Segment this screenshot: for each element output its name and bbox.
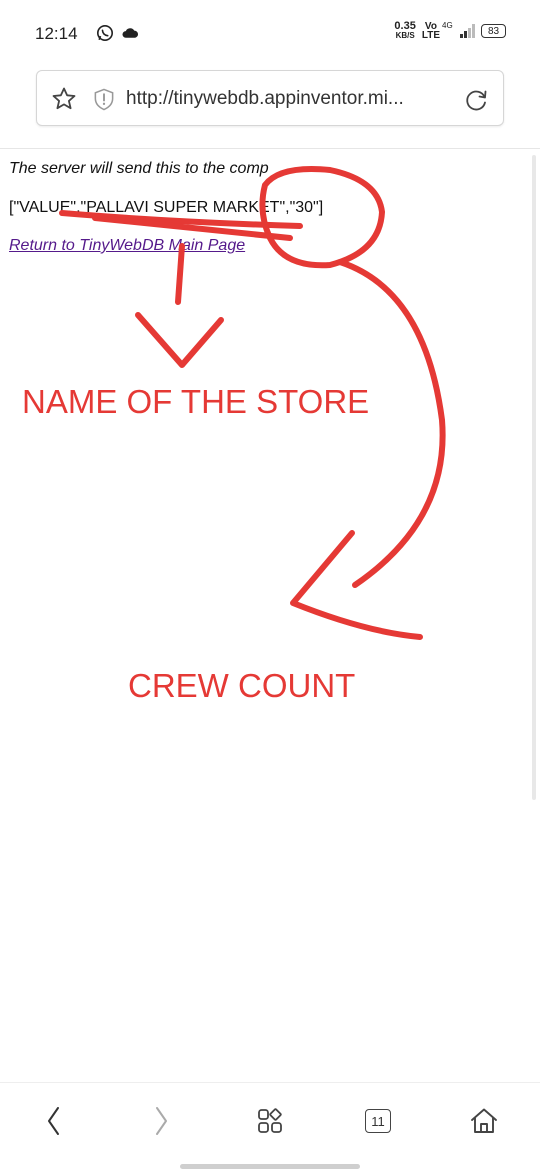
tab-count: 11 bbox=[371, 1113, 385, 1129]
scrollbar[interactable] bbox=[532, 155, 536, 800]
battery-level: 83 bbox=[487, 25, 500, 37]
back-button[interactable] bbox=[37, 1104, 71, 1138]
annotation-left-arrow bbox=[290, 530, 423, 640]
signal-icon: 4G bbox=[442, 21, 475, 38]
network-type: 4G bbox=[442, 21, 453, 30]
annotation-curve bbox=[337, 259, 446, 588]
forward-button[interactable] bbox=[144, 1104, 178, 1138]
forward-icon bbox=[156, 1107, 167, 1135]
bottom-divider bbox=[0, 1082, 540, 1083]
server-message: The server will send this to the comp bbox=[9, 160, 269, 177]
status-time: 12:14 bbox=[35, 24, 78, 43]
status-right: 0.35 KB/S Vo LTE 4G 83 bbox=[394, 20, 506, 41]
tabs-button[interactable]: 11 bbox=[361, 1104, 395, 1138]
menu-button[interactable] bbox=[253, 1104, 287, 1138]
net-speed-value: 0.35 bbox=[394, 20, 416, 32]
gesture-bar[interactable] bbox=[180, 1164, 360, 1169]
shield-icon[interactable] bbox=[93, 88, 115, 111]
status-bar: 12:14 0.35 KB/S Vo LTE 4G 83 bbox=[0, 0, 540, 64]
url-text[interactable]: http://tinywebdb.appinventor.mi... bbox=[126, 88, 404, 110]
server-value: ["VALUE","PALLAVI SUPER MARKET","30"] bbox=[9, 199, 324, 216]
back-icon bbox=[48, 1107, 59, 1135]
cloud-icon bbox=[122, 28, 139, 38]
url-bar[interactable]: http://tinywebdb.appinventor.mi... bbox=[36, 70, 504, 126]
annotation-t-bar bbox=[92, 215, 293, 241]
home-icon bbox=[471, 1108, 497, 1133]
annotation-crew-label: CREW COUNT bbox=[128, 667, 356, 704]
annotation-store-label: NAME OF THE STORE bbox=[22, 383, 370, 420]
annotation-circle bbox=[259, 166, 385, 269]
status-left-icons bbox=[96, 24, 139, 42]
url-divider bbox=[0, 148, 540, 149]
menu-icon bbox=[258, 1108, 282, 1133]
net-speed: 0.35 KB/S bbox=[394, 20, 416, 41]
star-icon[interactable] bbox=[51, 86, 77, 112]
reload-icon[interactable] bbox=[463, 87, 489, 113]
home-button[interactable] bbox=[467, 1104, 501, 1138]
volte-bottom: LTE bbox=[421, 30, 440, 41]
net-speed-unit: KB/S bbox=[395, 31, 415, 40]
whatsapp-icon bbox=[96, 24, 114, 42]
volte-indicator: Vo LTE bbox=[421, 22, 440, 41]
return-link[interactable]: Return to TinyWebDB Main Page bbox=[9, 237, 245, 255]
tabs-icon: 11 bbox=[365, 1109, 391, 1133]
annotation-down-arrow bbox=[135, 312, 224, 368]
battery-icon: 83 bbox=[481, 24, 506, 38]
